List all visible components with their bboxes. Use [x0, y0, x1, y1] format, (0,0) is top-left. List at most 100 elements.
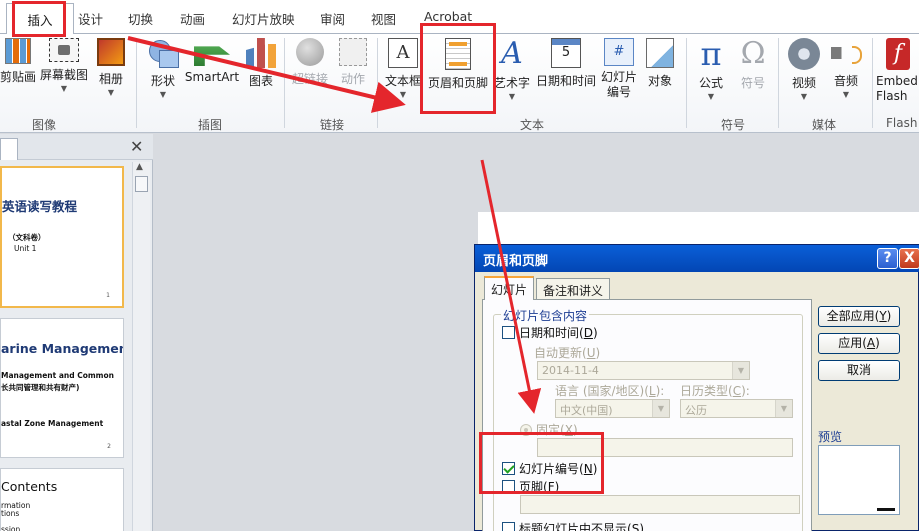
date-time-button[interactable]: 5 日期和时间 — [535, 38, 597, 89]
language-select[interactable]: 中文(中国) ▼ — [555, 399, 670, 418]
wordart-button[interactable]: A 艺术字 ▼ — [493, 38, 531, 102]
slide-thumbnail-1[interactable]: 英语读写教程 （文科卷） Unit 1 1 — [0, 166, 124, 308]
footer-text-field[interactable] — [520, 495, 800, 514]
slide-number-button[interactable]: # 幻灯片 编号 — [600, 38, 638, 100]
vertical-scrollbar[interactable]: ▲ — [132, 162, 150, 531]
chevron-down-icon: ▼ — [60, 84, 68, 93]
chart-button[interactable]: 图表 — [246, 38, 276, 89]
photo-album-button[interactable]: 相册 ▼ — [95, 38, 127, 97]
smartart-button[interactable]: SmartArt — [184, 38, 240, 84]
calendar-type-value: 公历 — [685, 404, 707, 417]
chevron-down-icon: ▼ — [508, 92, 516, 101]
object-button[interactable]: 对象 — [644, 38, 676, 89]
clipart-button[interactable]: 剪贴画 — [0, 38, 36, 85]
dialog-title-bar: 页眉和页脚 ? X — [475, 245, 919, 272]
close-icon[interactable]: ✕ — [130, 137, 143, 156]
help-icon[interactable]: ? — [877, 248, 898, 269]
audio-button[interactable]: 音频 ▼ — [830, 38, 862, 99]
cancel-label: 取消 — [846, 363, 871, 377]
symbol-label: 符号 — [740, 76, 765, 90]
tab-insert[interactable]: 插入 — [6, 3, 74, 34]
action-button[interactable]: 动作 — [338, 38, 368, 87]
tab-slideshow[interactable]: 幻灯片放映 — [232, 9, 295, 28]
hyperlink-label: 超链接 — [291, 72, 328, 86]
photo-album-label: 相册 — [98, 72, 123, 86]
apply-button[interactable]: 应用(A) — [818, 333, 900, 354]
smartart-label: SmartArt — [184, 70, 240, 84]
preview-slide-number-marker — [877, 508, 895, 511]
tab-acrobat[interactable]: Acrobat — [424, 9, 472, 24]
include-on-slide-label: 幻灯片包含内容 — [501, 307, 590, 324]
chevron-down-icon: ▼ — [652, 400, 669, 417]
close-icon[interactable]: X — [899, 248, 919, 269]
chevron-down-icon: ▼ — [399, 90, 407, 99]
slide-3-line: tions — [1, 509, 20, 518]
clipart-icon — [5, 38, 31, 64]
tab-review[interactable]: 审阅 — [320, 9, 345, 28]
slide-number-shortcut: N — [583, 462, 593, 476]
tab-slideshow-label: 幻灯片放映 — [232, 12, 295, 27]
date-format-value: 2014-11-4 — [542, 364, 599, 377]
apply-label: 应用 — [838, 336, 863, 350]
action-label: 动作 — [340, 72, 365, 86]
embed-flash-label-1: Embed — [876, 74, 918, 88]
symbol-button[interactable]: Ω 符号 — [738, 38, 768, 91]
tab-transitions[interactable]: 切换 — [128, 9, 153, 28]
tab-view[interactable]: 视图 — [371, 9, 396, 28]
hide-on-title-slide-label: 标题幻灯片中不显示 — [519, 522, 628, 531]
checkbox-icon — [502, 326, 515, 339]
ribbon: 剪贴画 屏幕截图 ▼ 相册 ▼ 图像 形状 ▼ SmartArt 图表 插图 超… — [0, 33, 919, 133]
slide-thumbnail-3[interactable]: Contents rmation tions ssion — [0, 468, 124, 531]
equation-label: 公式 — [698, 76, 723, 90]
shapes-button[interactable]: 形状 ▼ — [146, 38, 180, 99]
date-format-select[interactable]: 2014-11-4 ▼ — [537, 361, 750, 380]
pi-equation-icon: π — [700, 35, 722, 73]
auto-update-shortcut: U — [586, 346, 596, 360]
group-separator — [136, 38, 137, 128]
video-button[interactable]: 视频 ▼ — [788, 38, 820, 101]
tab-animations[interactable]: 动画 — [180, 9, 205, 28]
chevron-down-icon: ▼ — [842, 90, 850, 99]
fixed-date-field[interactable] — [537, 438, 793, 457]
embed-flash-label-2: Flash — [876, 89, 908, 103]
slide-number-checkbox[interactable]: 幻灯片编号(N) — [502, 460, 597, 477]
group-label-illustrations: 插图 — [198, 118, 223, 132]
slide-number-checkbox-label: 幻灯片编号 — [519, 462, 580, 476]
fixed-radio[interactable]: 固定(X) — [520, 421, 578, 438]
cancel-button[interactable]: 取消 — [818, 360, 900, 381]
tab-design[interactable]: 设计 — [78, 9, 103, 28]
slide-2-line: 长共同管理和共有财产) — [1, 383, 80, 392]
equation-button[interactable]: π 公式 ▼ — [696, 38, 726, 101]
apply-to-all-button[interactable]: 全部应用(Y) — [818, 306, 900, 327]
scroll-up-icon[interactable]: ▲ — [136, 162, 143, 172]
hide-on-title-slide-checkbox[interactable]: 标题幻灯片中不显示(S) — [502, 520, 644, 531]
language-label-text: 语言 (国家/地区) — [555, 384, 645, 398]
video-label: 视频 — [791, 76, 816, 90]
slide-thumbnail-2[interactable]: arine Management Management and Common 长… — [0, 318, 124, 458]
slide-2-line: astal Zone Management — [1, 419, 104, 428]
group-separator — [377, 38, 378, 128]
chevron-down-icon: ▼ — [800, 92, 808, 101]
calendar-type-select[interactable]: 公历 ▼ — [680, 399, 793, 418]
embed-flash-button[interactable]: Embed Flash — [876, 38, 918, 104]
scrollbar-thumb[interactable] — [135, 176, 148, 192]
tab-notes-handouts[interactable]: 备注和讲义 — [536, 278, 611, 299]
date-time-checkbox[interactable]: 日期和时间(D) — [502, 324, 598, 341]
auto-update-radio[interactable]: 自动更新(U) — [518, 344, 600, 361]
tab-slide[interactable]: 幻灯片 — [484, 276, 535, 300]
chart-label: 图表 — [248, 74, 273, 88]
textbox-button[interactable]: A 文本框 ▼ — [384, 38, 422, 99]
textbox-icon: A — [388, 38, 418, 68]
calendar-type-label-text: 日历类型 — [680, 384, 729, 398]
slide-1-line: （文科卷） — [8, 233, 46, 242]
header-footer-button[interactable]: 页眉和页脚 — [426, 38, 490, 91]
header-footer-label: 页眉和页脚 — [427, 76, 488, 90]
fixed-label: 固定 — [536, 423, 561, 437]
footer-checkbox[interactable]: 页脚(F) — [502, 478, 559, 495]
screenshot-button[interactable]: 屏幕截图 ▼ — [38, 38, 90, 93]
panel-tab[interactable] — [0, 138, 18, 160]
date-time-shortcut: D — [583, 326, 593, 340]
radio-icon — [520, 424, 532, 436]
hyperlink-button[interactable]: 超链接 — [288, 38, 332, 87]
tab-slide-label: 幻灯片 — [491, 283, 528, 297]
